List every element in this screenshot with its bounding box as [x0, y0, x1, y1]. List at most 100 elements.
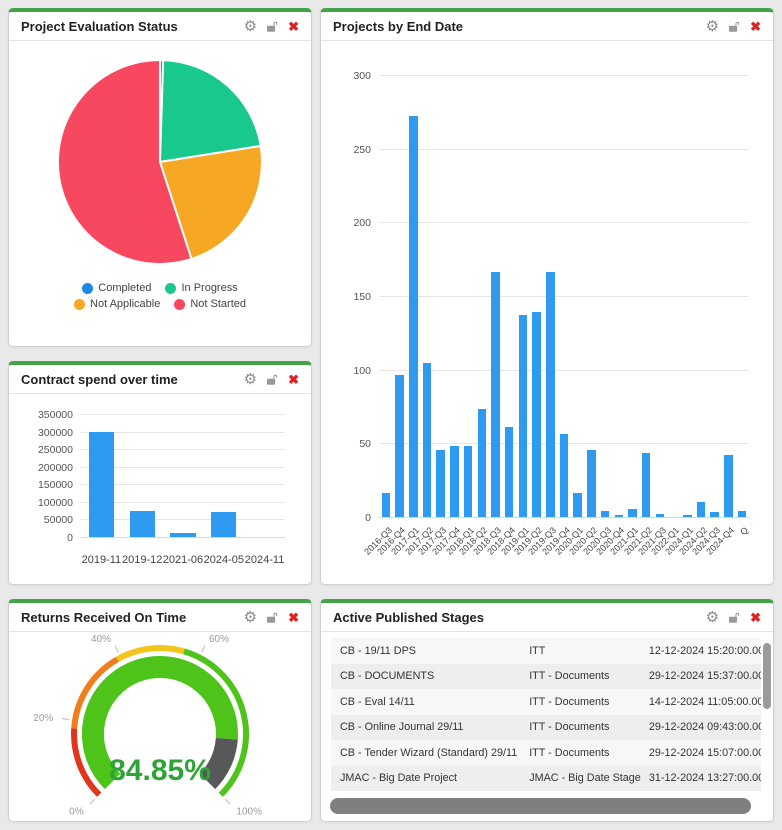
gauge-tick-label: 20% [33, 713, 53, 724]
table-row[interactable]: CB - Tender Wizard (Standard) 29/11ITT -… [331, 740, 761, 766]
bar-2016-Q3[interactable] [382, 493, 390, 518]
bar-slot [122, 415, 163, 538]
bar-slot [516, 76, 530, 518]
bar-slot [543, 76, 557, 518]
bar-slot [530, 76, 544, 518]
bar-2017-Q4[interactable] [450, 446, 458, 518]
x-axis-tick-label: 2019-12 [122, 554, 162, 566]
gauge-chart-area: 0%20%40%60%100%84.85% [9, 632, 311, 822]
unlock-icon[interactable] [266, 20, 279, 33]
settings-gear-icon[interactable]: ⚙ [244, 19, 257, 34]
gauge-tick [202, 646, 205, 652]
table-cell: 29-12-2024 09:43:00.000 [645, 721, 761, 733]
bar-2018-Q3[interactable] [491, 272, 499, 518]
bar-2019-Q4[interactable] [560, 434, 568, 518]
table-row[interactable]: CB - 19/11 DPSITT12-12-2024 15:20:00.000 [331, 638, 761, 664]
settings-gear-icon[interactable]: ⚙ [706, 19, 719, 34]
bar-slot [571, 76, 585, 518]
bar-slot [708, 76, 722, 518]
bar-2021-Q2[interactable] [642, 453, 650, 518]
panel-actions: ⚙ ✖ [706, 610, 761, 625]
bar-2017-Q2[interactable] [423, 363, 431, 518]
close-icon[interactable]: ✖ [288, 20, 299, 33]
bar-2018-Q2[interactable] [478, 409, 486, 518]
pie-slice-in-progress[interactable] [160, 60, 261, 162]
legend-label: Not Applicable [90, 298, 160, 310]
bar-2019-Q1[interactable] [519, 315, 527, 518]
y-axis-tick-label: 300 [353, 70, 371, 82]
table-cell: 14-12-2024 11:05:00.000 [645, 696, 761, 708]
unlock-icon[interactable] [266, 611, 279, 624]
settings-gear-icon[interactable]: ⚙ [244, 372, 257, 387]
bar-slot [626, 76, 640, 518]
gauge-tick [90, 799, 95, 804]
table-row[interactable]: CB - Eval 14/11ITT - Documents14-12-2024… [331, 689, 761, 715]
bar-slot [461, 76, 475, 518]
bar-2020-Q2[interactable] [587, 450, 595, 518]
panel-actions: ⚙ ✖ [244, 610, 299, 625]
panel-actions: ⚙ ✖ [706, 19, 761, 34]
table-cell: 29-12-2024 15:37:00.000 [645, 670, 761, 682]
bar-2019-12[interactable] [130, 511, 155, 538]
panel-project-evaluation-status: Project Evaluation Status ⚙ ✖ CompletedI… [8, 8, 312, 347]
vertical-scrollbar[interactable] [763, 643, 771, 709]
close-icon[interactable]: ✖ [288, 611, 299, 624]
close-icon[interactable]: ✖ [750, 611, 761, 624]
bar-2020-Q1[interactable] [573, 493, 581, 518]
xlabel-slot: 2024-11 [244, 549, 285, 569]
bar-2019-Q2[interactable] [532, 312, 540, 518]
unlock-icon[interactable] [728, 20, 741, 33]
panel-title: Active Published Stages [333, 610, 484, 625]
horizontal-scrollbar[interactable] [330, 798, 751, 814]
settings-gear-icon[interactable]: ⚙ [706, 610, 719, 625]
bar-2024-Q4[interactable] [724, 455, 732, 518]
y-axis-tick-label: 350000 [38, 409, 73, 421]
close-icon[interactable]: ✖ [288, 373, 299, 386]
gauge-tick-label: 60% [209, 634, 229, 645]
bar-2019-11[interactable] [89, 432, 114, 538]
settings-gear-icon[interactable]: ⚙ [244, 610, 257, 625]
xlabel-slot: 2019-11 [81, 549, 122, 569]
y-axis-tick-label: 150000 [38, 479, 73, 491]
bar-2018-Q4[interactable] [505, 427, 513, 518]
bar-2018-Q1[interactable] [464, 446, 472, 518]
unlock-icon[interactable] [266, 373, 279, 386]
legend-item-completed[interactable]: Completed [82, 282, 151, 294]
bar-2019-Q3[interactable] [546, 272, 554, 518]
plot-area [379, 76, 749, 518]
bar-slot [81, 415, 122, 538]
bars [379, 76, 749, 518]
y-axis-tick-label: 0 [67, 532, 73, 544]
bar-slot [585, 76, 599, 518]
panel-title: Returns Received On Time [21, 610, 186, 625]
table-row[interactable]: CB - DOCUMENTSITT - Documents29-12-2024 … [331, 664, 761, 690]
unlock-icon[interactable] [728, 611, 741, 624]
legend-item-not-applicable[interactable]: Not Applicable [74, 298, 160, 310]
bar-2024-05[interactable] [211, 512, 236, 538]
bar-slot [393, 76, 407, 518]
table-row[interactable]: CB - Online Journal 29/11ITT - Documents… [331, 715, 761, 741]
bar-slot [163, 415, 204, 538]
legend-item-not-started[interactable]: Not Started [174, 298, 246, 310]
bar-2017-Q1[interactable] [409, 116, 417, 518]
bar-slot [502, 76, 516, 518]
panel-header: Active Published Stages ⚙ ✖ [321, 603, 773, 632]
x-axis-tick-label: 2024-05 [204, 554, 244, 566]
bar-slot [653, 76, 667, 518]
bar-slot [434, 76, 448, 518]
table-cell: ITT [520, 645, 645, 657]
evaluation-pie-svg [50, 52, 270, 272]
bar-2017-Q3[interactable] [436, 450, 444, 518]
table-cell: CB - Eval 14/11 [331, 696, 520, 708]
bar-2024-Q2[interactable] [697, 502, 705, 518]
bar-slot [420, 76, 434, 518]
y-axis-tick-label: 250000 [38, 444, 73, 456]
legend-item-in-progress[interactable]: In Progress [165, 282, 237, 294]
bar-2016-Q4[interactable] [395, 375, 403, 518]
gauge-tick [62, 719, 69, 720]
bar-slot [612, 76, 626, 518]
close-icon[interactable]: ✖ [750, 20, 761, 33]
bar-slot [475, 76, 489, 518]
bar-slot [722, 76, 736, 518]
table-row[interactable]: JMAC - Big Date ProjectJMAC - Big Date S… [331, 766, 761, 792]
